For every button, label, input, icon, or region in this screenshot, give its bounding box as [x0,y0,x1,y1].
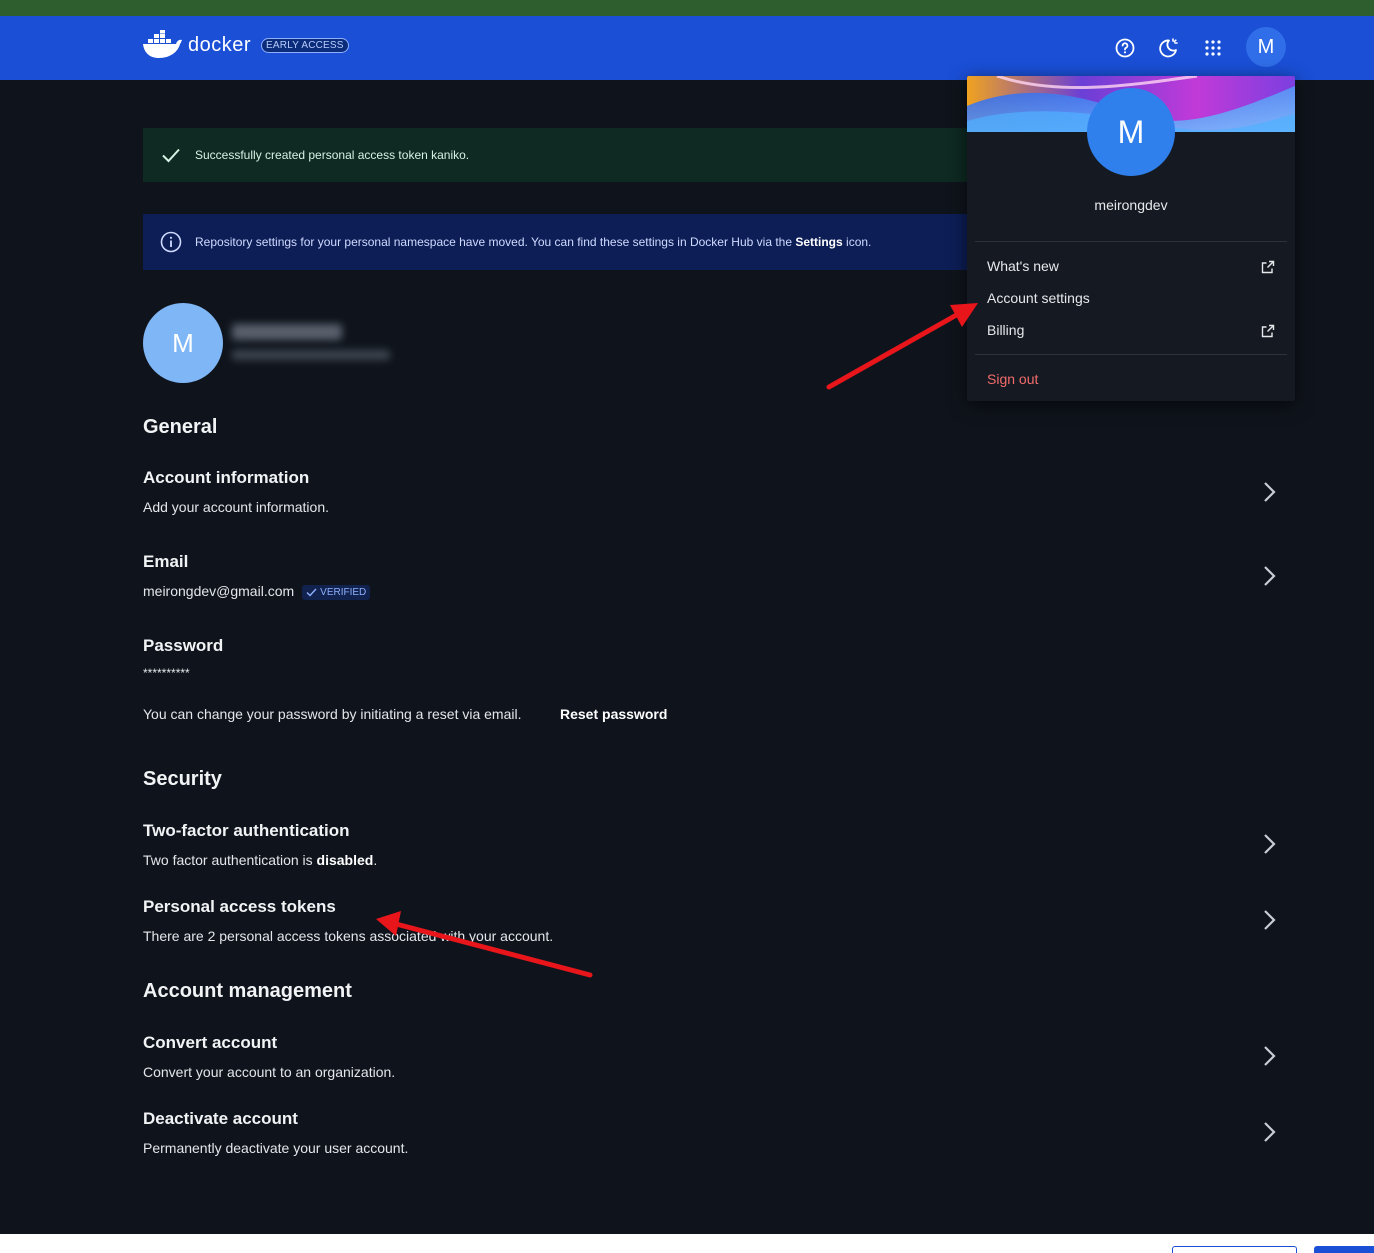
two-factor-title[interactable]: Two-factor authentication [143,821,350,841]
help-circle-icon[interactable] [1113,36,1137,60]
profile-avatar: M [143,303,223,383]
chevron-right-icon[interactable] [1260,480,1278,504]
menu-divider [975,241,1287,242]
deactivate-account-desc: Permanently deactivate your user account… [143,1140,409,1156]
footer-bar [0,1234,1374,1253]
user-dropdown-menu: M meirongdev What's new Account settings… [967,76,1295,401]
section-title-security: Security [143,768,222,790]
footer-secondary-button[interactable] [1172,1246,1297,1253]
reset-password-link[interactable]: Reset password [560,706,667,722]
apps-grid-icon[interactable] [1201,36,1225,60]
theme-toggle-icon[interactable] [1156,36,1180,60]
success-alert: Successfully created personal access tok… [143,128,973,182]
docker-logo[interactable]: docker EARLY ACCESS [142,30,349,60]
dropdown-username: meirongdev [1094,197,1168,213]
password-reset-desc: You can change your password by initiati… [143,706,522,722]
account-information-title[interactable]: Account information [143,468,309,488]
check-icon [306,588,317,597]
personal-access-tokens-desc: There are 2 personal access tokens assoc… [143,928,554,944]
email-title[interactable]: Email [143,552,188,572]
chevron-right-icon[interactable] [1260,1044,1278,1068]
external-link-icon [1261,324,1275,338]
two-factor-desc: Two factor authentication is disabled. [143,852,378,868]
browser-top-strip [0,0,1374,16]
personal-access-tokens-title[interactable]: Personal access tokens [143,897,336,917]
info-icon [159,230,183,254]
early-access-badge: EARLY ACCESS [261,37,349,53]
user-avatar-button[interactable]: M [1246,27,1286,67]
check-icon [159,143,183,167]
email-value: meirongdev@gmail.com [143,583,295,599]
deactivate-account-title[interactable]: Deactivate account [143,1109,298,1129]
success-alert-message: Successfully created personal access tok… [195,148,470,162]
password-masked: ********** [143,666,190,680]
verified-badge: VERIFIED [302,584,371,600]
email-row: meirongdev@gmail.com VERIFIED [143,583,371,600]
annotation-arrow-account-settings [826,303,978,390]
menu-item-sign-out[interactable]: Sign out [987,371,1038,387]
menu-divider [975,354,1287,355]
info-alert: Repository settings for your personal na… [143,214,973,270]
convert-account-desc: Convert your account to an organization. [143,1064,396,1080]
section-title-general: General [143,416,218,438]
info-alert-message: Repository settings for your personal na… [195,235,872,249]
chevron-right-icon[interactable] [1260,908,1278,932]
blurred-username [232,324,342,340]
blurred-user-detail [232,350,390,360]
two-factor-status: disabled [316,852,374,868]
logo-text: docker [188,33,252,56]
settings-link-text: Settings [795,235,843,249]
docker-whale-icon [143,30,182,58]
chevron-right-icon[interactable] [1260,1120,1278,1144]
section-title-account-management: Account management [143,980,352,1002]
chevron-right-icon[interactable] [1260,832,1278,856]
convert-account-title[interactable]: Convert account [143,1033,277,1053]
external-link-icon [1261,260,1275,274]
password-title: Password [143,636,224,655]
top-navigation-bar: docker EARLY ACCESS M [0,16,1374,80]
dropdown-avatar: M [1087,88,1175,176]
menu-item-whats-new[interactable]: What's new [987,258,1059,274]
footer-primary-button[interactable] [1314,1246,1374,1253]
account-information-desc: Add your account information. [143,499,329,515]
menu-item-account-settings[interactable]: Account settings [987,290,1090,306]
menu-item-billing[interactable]: Billing [987,322,1024,338]
chevron-right-icon[interactable] [1260,564,1278,588]
